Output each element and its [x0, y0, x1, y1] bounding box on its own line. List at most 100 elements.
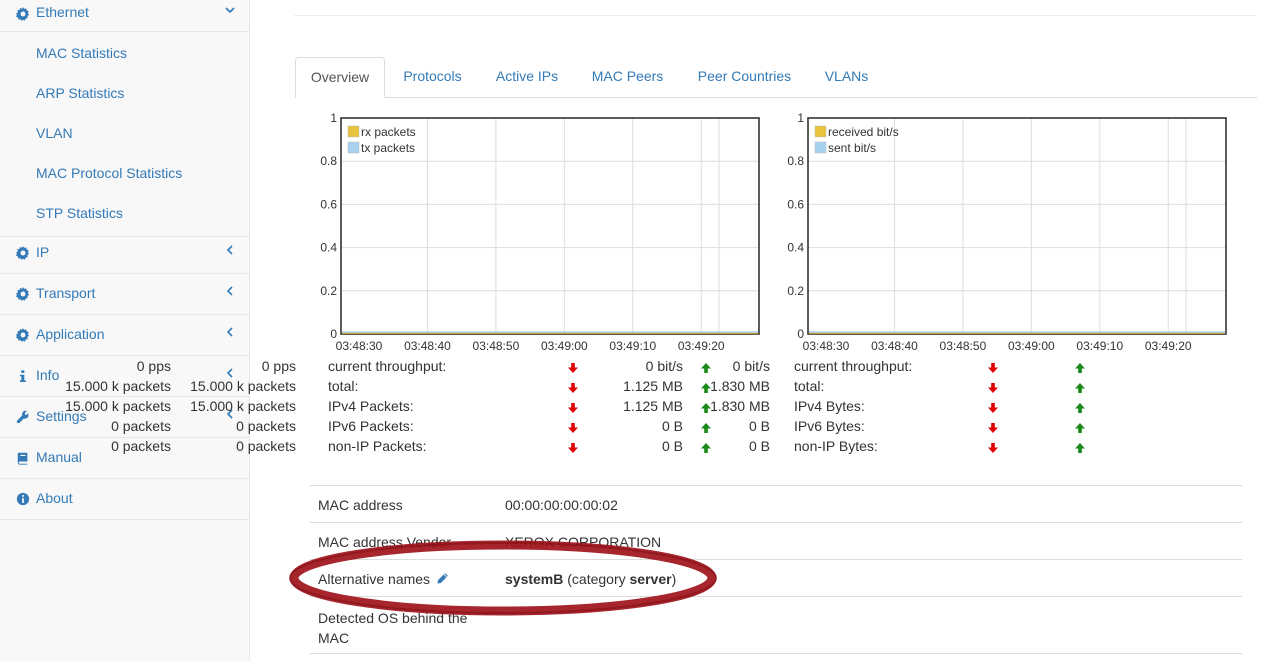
stat-rx-value: 0 packets	[111, 438, 171, 454]
x-tick-label: 03:48:30	[336, 339, 383, 353]
x-tick-label: 03:49:20	[678, 339, 725, 353]
stat-tx-value: 1.830 MB	[710, 398, 770, 414]
stat-tx-value: 0 bit/s	[732, 358, 770, 374]
x-tick-label: 03:48:40	[404, 339, 451, 353]
stat-rx-value: 0 pps	[136, 358, 171, 374]
pencil-icon[interactable]	[436, 572, 449, 585]
book-icon	[17, 452, 28, 465]
sidebar-item-label: About	[36, 490, 73, 506]
sidebar-item-label: Ethernet	[36, 4, 89, 20]
stat-label: non-IP Bytes:	[794, 438, 878, 454]
legend-swatch	[347, 141, 360, 154]
stat-rx-value: 15.000 k packets	[65, 378, 171, 394]
x-tick-label: 03:48:50	[473, 339, 520, 353]
sidebar-item-ethernet[interactable]: Ethernet	[0, 0, 249, 32]
sidebar-item-label: Transport	[36, 285, 96, 301]
alt-category: server	[629, 571, 672, 587]
tab-overview[interactable]: Overview	[295, 57, 385, 98]
stat-tx-value: 0 B	[748, 418, 770, 434]
arrow-up-icon	[700, 361, 712, 373]
arrow-down-icon	[567, 381, 579, 393]
tab-peer-countries[interactable]: Peer Countries	[686, 57, 803, 98]
alternative-names-label-text: Alternative names	[318, 571, 431, 587]
wrench-icon	[16, 410, 29, 424]
sidebar-item-label: Info	[36, 367, 60, 383]
tab-active-ips[interactable]: Active IPs	[484, 57, 570, 98]
y-tick-label: 0.4	[320, 241, 337, 255]
stat-label: total:	[794, 378, 825, 394]
stat-rx-value: 0 packets	[111, 418, 171, 434]
stat-tx-value: 15.000 k packets	[190, 378, 296, 394]
stat-tx-value: 0 pps	[261, 358, 296, 374]
bytes-chart: 00.20.40.60.8103:48:30 03:48:40 03:48:50 03…	[787, 111, 1227, 353]
packets-chart: 00.20.40.60.8103:48:30 03:48:40 03:48:50 03…	[320, 111, 760, 353]
y-tick-label: 1	[330, 111, 337, 125]
stat-tx-value: 0 packets	[236, 418, 296, 434]
x-tick-label: 03:48:50	[940, 339, 987, 353]
alt-category-suffix: )	[671, 571, 677, 587]
table-row: Alternative names systemB (category serv…	[310, 559, 1242, 596]
stat-rx-value: 0 B	[661, 418, 683, 434]
alternative-names-value: systemB (category server)	[505, 571, 676, 587]
arrow-up-icon	[1074, 401, 1086, 413]
legend-swatch	[814, 125, 827, 138]
arrow-down-icon	[987, 421, 999, 433]
legend-swatch	[814, 141, 827, 154]
arrow-up-icon	[1074, 441, 1086, 453]
sidebar: Ethernet MAC Statistics ARP Statistics V…	[0, 0, 250, 661]
arrow-down-icon	[987, 401, 999, 413]
chevron-left-icon	[226, 327, 233, 337]
arrow-down-icon	[987, 361, 999, 373]
arrow-down-icon	[567, 421, 579, 433]
x-tick-label: 03:49:10	[1076, 339, 1123, 353]
sidebar-item-arp-statistics[interactable]: ARP Statistics	[36, 85, 124, 101]
x-tick-label: 03:49:00	[1008, 339, 1055, 353]
table-row: MAC address 00:00:00:00:00:02	[310, 485, 1242, 522]
stat-label: IPv4 Packets:	[328, 398, 414, 414]
sidebar-item-ip[interactable]: IP	[0, 233, 249, 274]
legend-label: sent bit/s	[828, 141, 876, 155]
stat-label: total:	[328, 378, 359, 394]
stat-tx-value: 1.830 MB	[710, 378, 770, 394]
sidebar-item-vlan[interactable]: VLAN	[36, 125, 73, 141]
sidebar-item-label: IP	[36, 244, 50, 260]
sidebar-item-transport[interactable]: Transport	[0, 274, 249, 315]
alternative-names-label: Alternative names	[318, 571, 449, 587]
x-tick-label: 03:49:00	[541, 339, 588, 353]
tab-vlans[interactable]: VLANs	[815, 57, 878, 98]
sidebar-item-about[interactable]: About	[0, 479, 249, 520]
tab-protocols[interactable]: Protocols	[393, 57, 472, 98]
y-tick-label: 0.2	[787, 284, 804, 298]
chevron-left-icon	[226, 286, 233, 296]
sidebar-item-mac-statistics[interactable]: MAC Statistics	[36, 45, 127, 61]
gear-icon	[16, 287, 30, 301]
tab-mac-peers[interactable]: MAC Peers	[582, 57, 673, 98]
gear-icon	[16, 7, 30, 21]
y-tick-label: 0.2	[320, 284, 337, 298]
legend-label: received bit/s	[828, 125, 899, 139]
arrow-up-icon	[1074, 421, 1086, 433]
stat-rx-value: 0 B	[661, 438, 683, 454]
x-tick-label: 03:48:40	[871, 339, 918, 353]
vendor-label: MAC address Vendor	[318, 534, 452, 550]
x-tick-label: 03:49:20	[1145, 339, 1192, 353]
sidebar-item-stp-statistics[interactable]: STP Statistics	[36, 205, 123, 221]
table-row: Detected OS behind the MAC	[310, 596, 1242, 654]
legend-label: tx packets	[361, 141, 415, 155]
sidebar-item-application[interactable]: Application	[0, 315, 249, 356]
sidebar-item-label: Manual	[36, 449, 82, 465]
arrow-down-icon	[567, 441, 579, 453]
detected-os-label-line1: Detected OS behind the	[318, 610, 468, 626]
sidebar-item-mac-protocol-statistics[interactable]: MAC Protocol Statistics	[36, 165, 182, 181]
stat-label: IPv6 Packets:	[328, 418, 414, 434]
y-tick-label: 0.6	[320, 197, 337, 211]
chevron-left-icon	[226, 245, 233, 255]
info-circle-icon	[16, 492, 30, 506]
alt-category-prefix: (category	[567, 571, 630, 587]
arrow-down-icon	[987, 381, 999, 393]
mac-address-label: MAC address	[318, 497, 403, 513]
gear-icon	[16, 246, 30, 260]
stat-label: current throughput:	[794, 358, 913, 374]
stat-rx-value: 1.125 MB	[623, 378, 683, 394]
stat-rx-value: 1.125 MB	[623, 398, 683, 414]
